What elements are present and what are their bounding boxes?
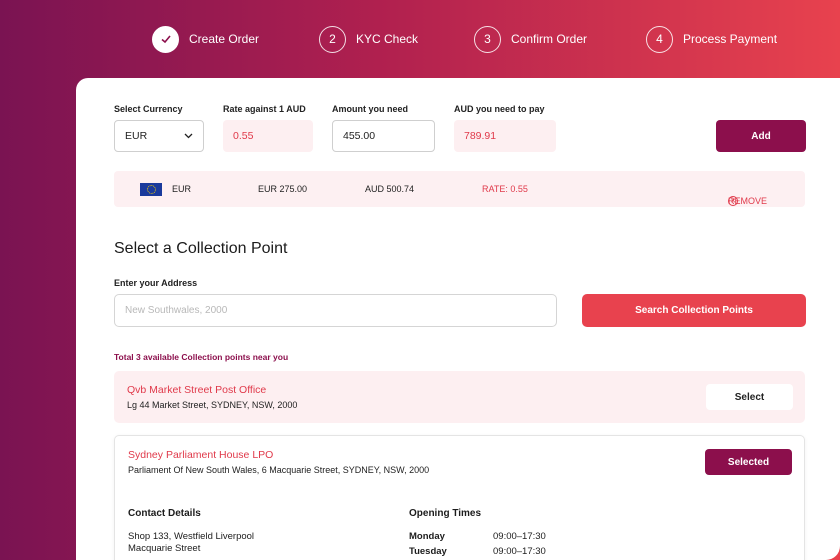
hours-day: Tuesday bbox=[409, 546, 447, 557]
order-card: Select Currency EUR Rate against 1 AUD 0… bbox=[76, 78, 840, 560]
amount-input[interactable]: 455.00 bbox=[332, 120, 435, 152]
search-collection-points-button[interactable]: Search Collection Points bbox=[582, 294, 806, 327]
summary-aud-amount: AUD 500.74 bbox=[365, 184, 415, 194]
total-points-text: Total 3 available Collection points near… bbox=[114, 352, 289, 362]
summary-rate: RATE: 0.55 bbox=[482, 184, 528, 194]
collection-point-card-selected[interactable]: Sydney Parliament House LPO Parliament O… bbox=[114, 435, 805, 560]
amount-value: 455.00 bbox=[343, 130, 376, 142]
currency-select[interactable]: EUR bbox=[114, 120, 204, 152]
summary-currency: EUR bbox=[172, 184, 192, 194]
rate-field: 0.55 bbox=[223, 120, 313, 152]
currency-value: EUR bbox=[125, 130, 148, 142]
address-placeholder: New Southwales, 2000 bbox=[125, 305, 228, 316]
remove-label: REMOVE bbox=[728, 196, 768, 206]
step-confirm-order[interactable]: 3 Confirm Order bbox=[474, 25, 587, 53]
summary-foreign-amount: EUR 275.00 bbox=[258, 184, 308, 194]
eu-flag-icon bbox=[140, 183, 162, 196]
collection-point-name: Qvb Market Street Post Office bbox=[127, 384, 267, 396]
pay-value: 789.91 bbox=[464, 130, 497, 142]
order-stepper: Create Order 2 KYC Check 3 Confirm Order… bbox=[0, 25, 840, 53]
add-button[interactable]: Add bbox=[716, 120, 806, 152]
amount-label: Amount you need bbox=[332, 104, 408, 114]
section-title: Select a Collection Point bbox=[114, 240, 288, 257]
step-label: Process Payment bbox=[683, 32, 778, 46]
step-number: 3 bbox=[474, 25, 501, 53]
select-button[interactable]: Select bbox=[706, 384, 793, 410]
step-label: KYC Check bbox=[356, 32, 419, 46]
order-summary-row: EUR EUR 275.00 AUD 500.74 RATE: 0.55 ✕ R… bbox=[114, 171, 805, 207]
collection-point-address: Lg 44 Market Street, SYDNEY, NSW, 2000 bbox=[127, 400, 298, 410]
collection-point-card[interactable]: Qvb Market Street Post Office Lg 44 Mark… bbox=[114, 371, 805, 423]
step-number: 4 bbox=[646, 25, 673, 53]
rate-label: Rate against 1 AUD bbox=[223, 104, 306, 114]
step-label: Create Order bbox=[189, 32, 260, 46]
contact-line: Macquarie Street bbox=[128, 543, 201, 554]
selected-button[interactable]: Selected bbox=[705, 449, 792, 475]
rate-value: 0.55 bbox=[233, 130, 254, 142]
step-label: Confirm Order bbox=[511, 32, 588, 46]
hours-day: Monday bbox=[409, 531, 445, 542]
app-frame: Create Order 2 KYC Check 3 Confirm Order… bbox=[0, 0, 840, 560]
step-create-order[interactable]: Create Order bbox=[152, 25, 259, 53]
pay-field: 789.91 bbox=[454, 120, 556, 152]
address-input[interactable]: New Southwales, 2000 bbox=[114, 294, 557, 327]
step-process-payment[interactable]: 4 Process Payment bbox=[646, 25, 777, 53]
hours-time: 09:00–17:30 bbox=[493, 546, 546, 557]
step-number: 2 bbox=[319, 25, 346, 53]
opening-times-heading: Opening Times bbox=[409, 508, 482, 519]
contact-details-heading: Contact Details bbox=[128, 508, 201, 519]
contact-line: Shop 133, Westfield Liverpool bbox=[128, 531, 255, 542]
collection-point-name: Sydney Parliament House LPO bbox=[128, 449, 274, 461]
collection-point-address: Parliament Of New South Wales, 6 Macquar… bbox=[128, 465, 430, 475]
chevron-down-icon bbox=[184, 133, 193, 139]
hours-time: 09:00–17:30 bbox=[493, 531, 546, 542]
address-label: Enter your Address bbox=[114, 278, 198, 288]
pay-label: AUD you need to pay bbox=[454, 104, 545, 114]
currency-label: Select Currency bbox=[114, 104, 183, 114]
step-kyc-check[interactable]: 2 KYC Check bbox=[319, 25, 418, 53]
check-icon bbox=[152, 25, 179, 53]
